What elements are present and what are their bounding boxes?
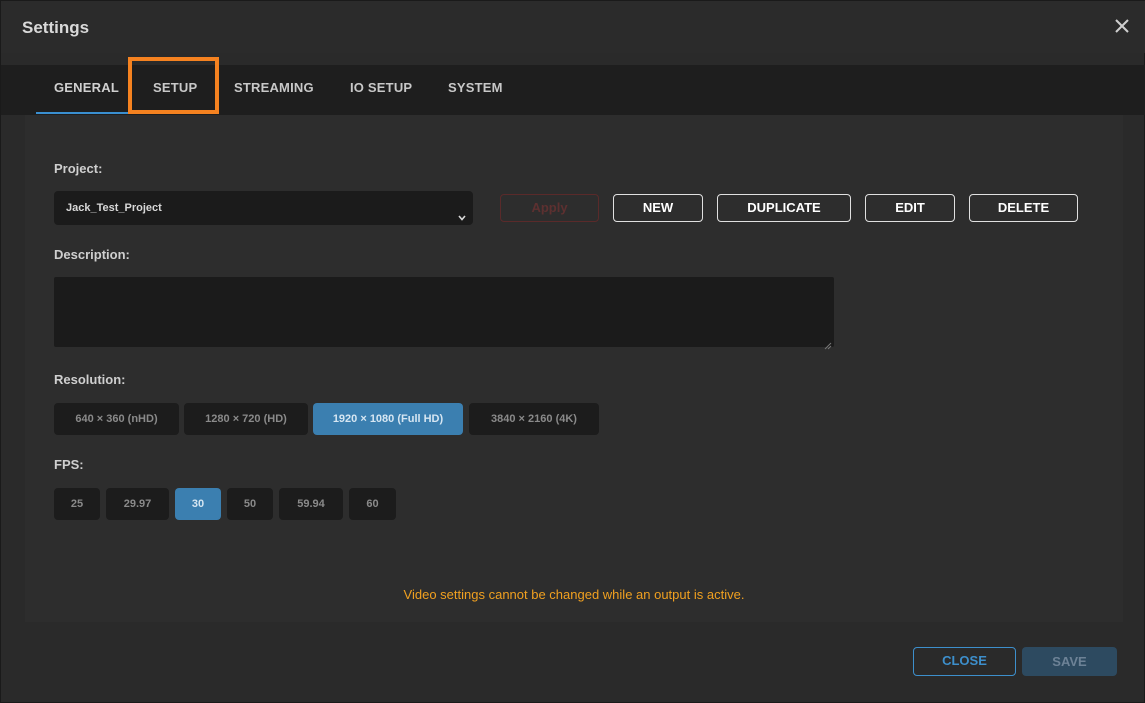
fps-option-50[interactable]: 50: [227, 488, 273, 520]
dialog-titlebar: Settings: [1, 1, 1145, 53]
delete-project-button[interactable]: DELETE: [969, 194, 1078, 222]
resize-grip-icon[interactable]: [824, 337, 832, 350]
description-textarea[interactable]: [54, 277, 834, 350]
edit-project-button[interactable]: EDIT: [865, 194, 955, 222]
duplicate-project-button[interactable]: DUPLICATE: [717, 194, 851, 222]
description-label: Description:: [54, 247, 130, 262]
new-project-button[interactable]: NEW: [613, 194, 703, 222]
tab-bar: GENERAL SETUP STREAMING IO SETUP SYSTEM: [1, 65, 1145, 115]
resolution-option-nhd[interactable]: 640 × 360 (nHD): [54, 403, 179, 435]
settings-dialog: Settings GENERAL SETUP STREAMING IO SETU…: [0, 0, 1145, 703]
fps-option-30[interactable]: 30: [175, 488, 221, 520]
tab-system[interactable]: SYSTEM: [448, 65, 503, 115]
fps-option-59-94[interactable]: 59.94: [279, 488, 343, 520]
chevron-down-icon: [457, 203, 467, 221]
project-select-value: Jack_Test_Project: [66, 202, 162, 214]
fps-option-60[interactable]: 60: [349, 488, 396, 520]
dialog-title: Settings: [22, 18, 90, 37]
tab-io-setup[interactable]: IO SETUP: [350, 65, 412, 115]
resolution-option-hd[interactable]: 1280 × 720 (HD): [184, 403, 308, 435]
fps-option-29-97[interactable]: 29.97: [106, 488, 169, 520]
resolution-label: Resolution:: [54, 372, 126, 387]
project-select[interactable]: Jack_Test_Project: [54, 191, 473, 225]
save-button[interactable]: SAVE: [1022, 647, 1117, 676]
apply-button[interactable]: Apply: [500, 194, 599, 222]
project-label: Project:: [54, 161, 103, 176]
tab-setup[interactable]: SETUP: [153, 65, 197, 115]
tab-streaming[interactable]: STREAMING: [234, 65, 314, 115]
resolution-option-4k[interactable]: 3840 × 2160 (4K): [469, 403, 599, 435]
resolution-option-full-hd[interactable]: 1920 × 1080 (Full HD): [313, 403, 463, 435]
fps-option-25[interactable]: 25: [54, 488, 100, 520]
active-tab-indicator: [36, 112, 128, 114]
tab-general[interactable]: GENERAL: [54, 65, 119, 115]
output-active-warning: Video settings cannot be changed while a…: [403, 587, 745, 602]
close-icon[interactable]: [1111, 15, 1133, 37]
fps-label: FPS:: [54, 457, 84, 472]
close-button[interactable]: CLOSE: [913, 647, 1016, 676]
